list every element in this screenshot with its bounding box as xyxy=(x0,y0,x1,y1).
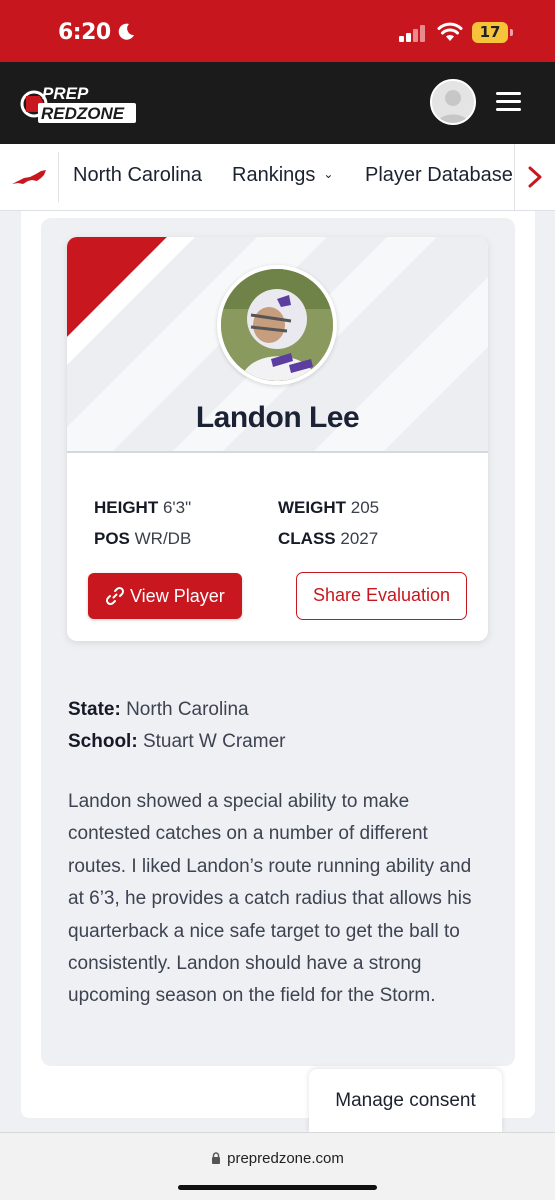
evaluation-school: School: Stuart W Cramer xyxy=(68,731,285,753)
moon-icon xyxy=(118,23,134,40)
nav-scroll-right-button[interactable] xyxy=(514,144,555,210)
stat-weight-label: WEIGHT xyxy=(278,498,346,517)
wifi-icon xyxy=(437,22,463,41)
player-card-header: Landon Lee xyxy=(67,237,488,451)
battery-indicator: 17 xyxy=(472,22,514,43)
cellular-signal-icon xyxy=(399,25,425,42)
lock-icon xyxy=(212,1152,221,1164)
link-icon xyxy=(105,586,125,606)
player-card: Landon Lee HEIGHT 6'3" WEIGHT 205 POS WR… xyxy=(67,237,488,641)
nav-item-north-carolina[interactable]: North Carolina xyxy=(73,164,202,187)
evaluation-state: State: North Carolina xyxy=(68,699,249,721)
url-text: prepredzone.com xyxy=(227,1150,344,1167)
state-label: State: xyxy=(68,699,121,720)
hamburger-menu-icon[interactable] xyxy=(496,92,521,112)
player-photo-image xyxy=(221,269,333,381)
nav-item-player-database[interactable]: Player Database xyxy=(365,164,513,187)
state-nav-bar: North Carolina Rankings ⌄ Player Database xyxy=(0,144,555,211)
stat-height-value: 6'3" xyxy=(162,498,192,517)
nav-item-rankings[interactable]: Rankings ⌄ xyxy=(232,164,333,187)
player-photo xyxy=(217,265,337,385)
prep-redzone-logo[interactable]: PREP REDZONE xyxy=(20,80,138,126)
north-carolina-map-icon[interactable] xyxy=(10,168,48,188)
view-player-button[interactable]: View Player xyxy=(88,573,242,619)
battery-tip xyxy=(510,29,513,36)
logo-text-prep: PREP xyxy=(42,84,89,103)
logo-text-redzone: REDZONE xyxy=(41,104,125,123)
stat-position: POS WR/DB xyxy=(94,529,191,549)
stat-class: CLASS 2027 xyxy=(278,529,378,549)
nav-divider xyxy=(58,152,59,202)
stat-class-label: CLASS xyxy=(278,529,336,548)
nav-rankings-label: Rankings xyxy=(232,164,316,186)
stat-height-label: HEIGHT xyxy=(94,498,159,517)
state-value: North Carolina xyxy=(126,699,249,720)
card-divider xyxy=(67,451,488,453)
player-name: Landon Lee xyxy=(195,401,360,434)
status-time: 6:20 xyxy=(58,20,111,45)
evaluation-text: Landon showed a special ability to make … xyxy=(68,791,472,1007)
battery-level: 17 xyxy=(472,22,508,43)
school-label: School: xyxy=(68,731,138,752)
stat-weight-value: 205 xyxy=(350,498,380,517)
stat-pos-label: POS xyxy=(94,529,130,548)
stat-height: HEIGHT 6'3" xyxy=(94,498,191,518)
home-indicator[interactable] xyxy=(178,1185,377,1190)
stat-pos-value: WR/DB xyxy=(134,529,192,548)
share-evaluation-button[interactable]: Share Evaluation xyxy=(296,572,467,620)
view-player-label: View Player xyxy=(130,586,225,606)
stat-weight: WEIGHT 205 xyxy=(278,498,379,518)
browser-address-bar: prepredzone.com xyxy=(0,1132,555,1200)
status-bar: 6:20 17 xyxy=(0,0,555,62)
chevron-down-icon: ⌄ xyxy=(323,167,334,181)
chevron-right-icon xyxy=(528,166,542,188)
school-value: Stuart W Cramer xyxy=(142,731,286,752)
url-field[interactable]: prepredzone.com xyxy=(0,1150,555,1167)
user-avatar[interactable] xyxy=(430,79,476,125)
manage-consent-button[interactable]: Manage consent xyxy=(309,1069,502,1133)
stat-class-value: 2027 xyxy=(340,529,379,548)
